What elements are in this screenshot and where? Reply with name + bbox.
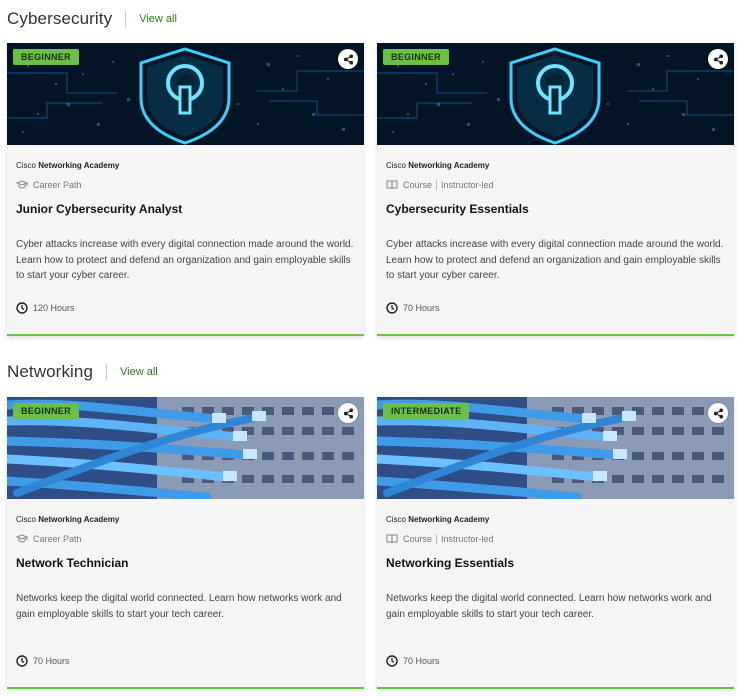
clock-icon: [386, 655, 398, 667]
card-type: Career Path: [16, 534, 82, 544]
card-title[interactable]: Cybersecurity Essentials: [386, 202, 529, 216]
card-type: Course Instructor-led: [386, 534, 494, 544]
duration: 70 Hours: [16, 655, 70, 667]
graduation-cap-icon: [16, 534, 28, 544]
provider-label: Cisco Networking Academy: [16, 161, 120, 170]
card-image: BEGINNER: [7, 43, 364, 145]
card-image: INTERMEDIATE: [377, 397, 734, 499]
book-icon: [386, 534, 398, 544]
hours-label: 70 Hours: [403, 656, 440, 666]
level-badge: BEGINNER: [13, 49, 79, 65]
type-label: Course: [403, 180, 433, 190]
share-icon[interactable]: [708, 403, 728, 423]
divider: [436, 534, 438, 544]
card-type: Career Path: [16, 180, 82, 190]
card-title[interactable]: Networking Essentials: [386, 556, 514, 570]
hours-label: 120 Hours: [33, 303, 75, 313]
card-type: Course Instructor-led: [386, 180, 494, 190]
duration: 70 Hours: [386, 655, 440, 667]
provider-label: Cisco Networking Academy: [386, 515, 490, 524]
share-icon[interactable]: [338, 403, 358, 423]
card-description: Cyber attacks increase with every digita…: [386, 239, 724, 281]
card-image: BEGINNER: [7, 397, 364, 499]
level-badge: INTERMEDIATE: [383, 403, 470, 419]
type-label: Career Path: [33, 180, 82, 190]
section-header-networking: Networking View all: [7, 360, 158, 384]
clock-icon: [16, 302, 28, 314]
graduation-cap-icon: [16, 180, 28, 190]
section-header-cybersecurity: Cybersecurity View all: [7, 7, 177, 31]
divider: [106, 364, 108, 380]
delivery-label: Instructor-led: [441, 534, 494, 544]
view-all-link[interactable]: View all: [120, 366, 158, 378]
section-title: Networking: [7, 362, 94, 381]
card-description: Networks keep the digital world connecte…: [386, 593, 712, 620]
share-icon[interactable]: [708, 49, 728, 69]
view-all-link[interactable]: View all: [139, 13, 177, 25]
share-icon[interactable]: [338, 49, 358, 69]
course-card[interactable]: BEGINNER Cisco Networking Academy Career…: [7, 397, 364, 689]
book-icon: [386, 180, 398, 190]
delivery-label: Instructor-led: [441, 180, 494, 190]
divider: [125, 11, 127, 27]
duration: 120 Hours: [16, 302, 75, 314]
card-title[interactable]: Junior Cybersecurity Analyst: [16, 202, 182, 216]
hours-label: 70 Hours: [33, 656, 70, 666]
card-description: Networks keep the digital world connecte…: [16, 593, 342, 620]
section-title: Cybersecurity: [7, 9, 113, 28]
clock-icon: [16, 655, 28, 667]
level-badge: BEGINNER: [13, 403, 79, 419]
course-card[interactable]: BEGINNER Cisco Networking Academy Career…: [7, 43, 364, 336]
duration: 70 Hours: [386, 302, 440, 314]
course-card[interactable]: INTERMEDIATE Cisco Networking Academy Co…: [377, 397, 734, 689]
level-badge: BEGINNER: [383, 49, 449, 65]
card-description: Cyber attacks increase with every digita…: [16, 239, 354, 281]
hours-label: 70 Hours: [403, 303, 440, 313]
provider-label: Cisco Networking Academy: [386, 161, 490, 170]
clock-icon: [386, 302, 398, 314]
provider-label: Cisco Networking Academy: [16, 515, 120, 524]
divider: [436, 180, 438, 190]
card-image: BEGINNER: [377, 43, 734, 145]
type-label: Career Path: [33, 534, 82, 544]
type-label: Course: [403, 534, 433, 544]
course-card[interactable]: BEGINNER Cisco Networking Academy Course…: [377, 43, 734, 336]
card-title[interactable]: Network Technician: [16, 556, 128, 570]
